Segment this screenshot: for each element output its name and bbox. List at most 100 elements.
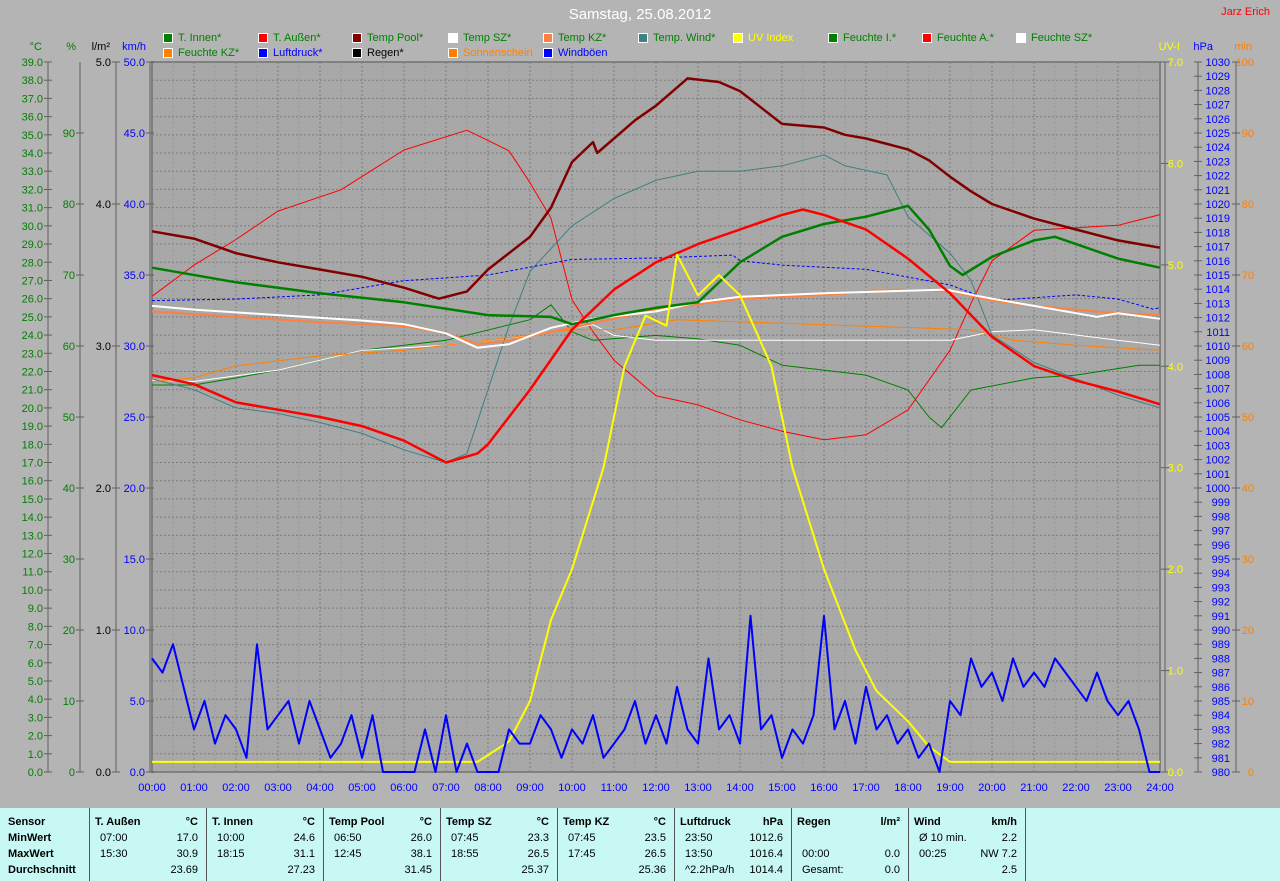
table-cell: 2.5: [1001, 864, 1017, 876]
axis-tick-label: 998: [1212, 511, 1230, 523]
axis-tick-label: 5.0: [28, 676, 43, 688]
stat-column-0: T. Außen °C 07:00 17.0 15:30 30.9 23.69: [90, 808, 207, 881]
table-cell: 0.0: [884, 848, 900, 860]
x-tick-label: 23:00: [1104, 782, 1132, 794]
axis-tick-label: 16.0: [22, 476, 43, 488]
table-cell: °C: [653, 816, 666, 828]
table-cell: hPa: [762, 816, 783, 828]
axis-tick-label: 22.0: [22, 366, 43, 378]
axis-tick-label: 1003: [1206, 440, 1230, 452]
axis-tick-label: 993: [1212, 582, 1230, 594]
table-cell: 30.9: [176, 848, 198, 860]
stat-column-5: Luftdruck hPa 23:50 1012.6 13:50 1016.4 ^2.2hP…: [675, 808, 792, 881]
axis-tick-label: 20: [1242, 625, 1254, 637]
axis-tick-label: 10.0: [22, 585, 43, 597]
axis-tick-label: 7.0: [1168, 57, 1183, 69]
statistics-table: Sensor MinWert MaxWert Durchschnitt T. Außen…: [0, 808, 1280, 881]
axis-tick-label: 15.0: [22, 494, 43, 506]
axis-tick-label: 1020: [1206, 199, 1230, 211]
axis-tick-label: 991: [1212, 611, 1230, 623]
axis-tick-label: 11.0: [22, 567, 43, 579]
axis-tick-label: 0: [1248, 767, 1254, 779]
axis-tick-label: 13.0: [22, 530, 43, 542]
table-cell: l/m²: [880, 816, 900, 828]
table-cell: 1012.6: [749, 832, 783, 844]
axis-tick-label: 989: [1212, 639, 1230, 651]
axis-tick-label: 1010: [1206, 341, 1230, 353]
axis-tick-label: 1022: [1206, 171, 1230, 183]
axis-tick-label: 1.0: [96, 625, 111, 637]
table-cell: 23.69: [170, 864, 198, 876]
axis-tick-label: 60: [63, 341, 75, 353]
axis-tick-label: 32.0: [22, 184, 43, 196]
axis-tick-label: 10: [1242, 696, 1254, 708]
table-cell: 31.45: [404, 864, 432, 876]
axis-tick-label: 2.0: [1168, 564, 1183, 576]
axis-unit-uv: UV-I: [1159, 41, 1180, 53]
table-cell: Durchschnitt: [8, 864, 76, 876]
stat-column-4: Temp KZ °C 07:45 23.5 17:45 26.5 25.36: [558, 808, 675, 881]
axis-tick-label: 45.0: [124, 128, 145, 140]
axis-tick-label: 5.0: [1168, 260, 1183, 272]
weather-chart: °C 0.0 1.0 2.0 3.0 4.0 5.0 6.0 7.0 8.0 9.0 10.0 11.0…: [22, 41, 1254, 794]
axis-tick-label: 1024: [1206, 142, 1230, 154]
x-tick-label: 07:00: [432, 782, 460, 794]
axis-tick-label: 100: [1236, 57, 1254, 69]
axis-tick-label: 0.0: [96, 767, 111, 779]
axis-tick-label: 987: [1212, 668, 1230, 680]
axis-tick-label: 1013: [1206, 298, 1230, 310]
table-cell: 25.36: [638, 864, 666, 876]
axis-tick-label: 28.0: [22, 257, 43, 269]
axis-tick-label: 6.0: [1168, 158, 1183, 170]
axis-tick-label: 1005: [1206, 412, 1230, 424]
axis-tick-label: 80: [63, 199, 75, 211]
axis-tick-label: 30.0: [22, 221, 43, 233]
table-cell: 17.0: [176, 832, 198, 844]
table-cell: 23.5: [644, 832, 666, 844]
axis-tick-label: 1026: [1206, 114, 1230, 126]
stat-column-3: Temp SZ °C 07:45 23.3 18:55 26.5 25.37: [441, 808, 558, 881]
axis-tick-label: 40.0: [124, 199, 145, 211]
x-tick-label: 24:00: [1146, 782, 1174, 794]
axis-tick-label: 20: [63, 625, 75, 637]
axis-tick-label: 6.0: [28, 658, 43, 670]
x-tick-label: 08:00: [474, 782, 502, 794]
table-cell: °C: [185, 816, 198, 828]
axis-tick-label: 21.0: [22, 385, 43, 397]
axis-tick-label: 3.0: [28, 712, 43, 724]
axis-tick-label: 15.0: [124, 554, 145, 566]
axis-tick-label: 29.0: [22, 239, 43, 251]
axis-tick-label: 33.0: [22, 166, 43, 178]
axis-tick-label: 985: [1212, 696, 1230, 708]
x-tick-label: 11:00: [601, 782, 628, 794]
stat-column-1: T. Innen °C 10:00 24.6 18:15 31.1 27.23: [207, 808, 324, 881]
axis-tick-label: 25.0: [124, 412, 145, 424]
axis-tick-label: 37.0: [22, 93, 43, 105]
axis-tick-label: 0.0: [28, 767, 43, 779]
axis-tick-label: 39.0: [22, 57, 43, 69]
axis-tick-label: 3.0: [96, 341, 111, 353]
axis-tick-label: 1018: [1206, 227, 1230, 239]
x-tick-label: 21:00: [1020, 782, 1048, 794]
x-tick-label: 05:00: [348, 782, 376, 794]
table-cell: 26.0: [410, 832, 432, 844]
axis-tick-label: 10: [63, 696, 75, 708]
x-tick-label: 09:00: [516, 782, 544, 794]
axis-tick-label: 1030: [1206, 57, 1230, 69]
axis-tick-label: 30: [63, 554, 75, 566]
axis-tick-label: 1004: [1206, 426, 1230, 438]
table-cell: MinWert: [8, 832, 52, 844]
table-cell: NW 7.2: [980, 848, 1017, 860]
axis-tick-label: 1021: [1206, 185, 1230, 197]
axis-tick-label: 1006: [1206, 398, 1230, 410]
axis-tick-label: 19.0: [22, 421, 43, 433]
axis-tick-label: 5.0: [130, 696, 145, 708]
axis-tick-label: 994: [1212, 568, 1230, 580]
axis-tick-label: 982: [1212, 739, 1230, 751]
axis-tick-label: 23.0: [22, 348, 43, 360]
axis-tick-label: 981: [1212, 753, 1230, 765]
table-cell: 38.1: [410, 848, 432, 860]
axis-tick-label: 24.0: [22, 330, 43, 342]
table-cell: 26.5: [527, 848, 549, 860]
axis-tick-label: 984: [1212, 710, 1230, 722]
